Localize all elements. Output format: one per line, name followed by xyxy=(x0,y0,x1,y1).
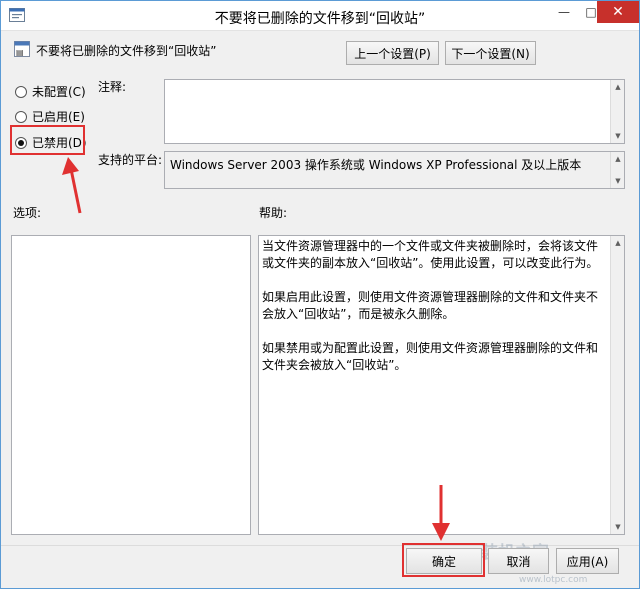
scroll-down-icon[interactable]: ▼ xyxy=(611,129,625,143)
radio-label: 未配置(C) xyxy=(32,85,86,99)
policy-dialog: 不要将已删除的文件移到“回收站” — □ ✕ ▤ 不要将已删除的文件移到“回收站… xyxy=(0,0,640,589)
previous-setting-button[interactable]: 上一个设置(P) xyxy=(346,41,439,65)
cancel-button[interactable]: 取消 xyxy=(488,548,549,574)
help-label: 帮助: xyxy=(259,206,288,220)
svg-text:▤: ▤ xyxy=(16,48,24,57)
help-text: 当文件资源管理器中的一个文件或文件夹被删除时，会将该文件或文件夹的副本放入“回收… xyxy=(259,236,624,395)
title-bar: 不要将已删除的文件移到“回收站” — □ ✕ xyxy=(1,1,639,31)
close-button[interactable]: ✕ xyxy=(597,1,639,23)
help-paragraph: 如果禁用或为配置此设置，则使用文件资源管理器删除的文件和文件夹会被放入“回收站”… xyxy=(262,341,599,372)
options-label: 选项: xyxy=(13,206,42,220)
radio-not-configured[interactable]: 未配置(C) xyxy=(15,83,86,100)
options-panel xyxy=(11,235,251,535)
scroll-down-icon[interactable]: ▼ xyxy=(611,520,625,534)
next-setting-button[interactable]: 下一个设置(N) xyxy=(445,41,536,65)
red-arrow-up-icon xyxy=(62,157,82,214)
scroll-up-icon[interactable]: ▲ xyxy=(611,152,625,166)
help-paragraph: 如果启用此设置，则使用文件资源管理器删除的文件和文件夹不会放入“回收站”，而是被… xyxy=(262,290,599,321)
setting-icon: ▤ xyxy=(14,41,30,57)
platform-label: 支持的平台: xyxy=(98,153,163,167)
minimize-button[interactable]: — xyxy=(549,1,579,23)
platform-scrollbar[interactable]: ▲ ▼ xyxy=(610,152,624,188)
platform-text: Windows Server 2003 操作系统或 Windows XP Pro… xyxy=(170,158,582,172)
scroll-down-icon[interactable]: ▼ xyxy=(611,174,625,188)
radio-circle[interactable] xyxy=(15,110,27,123)
comment-textarea[interactable]: ▲ ▼ xyxy=(164,79,625,144)
scroll-up-icon[interactable]: ▲ xyxy=(611,80,625,94)
watermark-url: www.lotpc.com xyxy=(519,575,588,585)
scroll-up-icon[interactable]: ▲ xyxy=(611,236,625,250)
radio-label: 已启用(E) xyxy=(32,110,85,124)
help-scrollbar[interactable]: ▲ ▼ xyxy=(610,236,624,534)
help-paragraph: 当文件资源管理器中的一个文件或文件夹被删除时，会将该文件或文件夹的副本放入“回收… xyxy=(262,239,599,270)
comment-scrollbar[interactable]: ▲ ▼ xyxy=(610,80,624,143)
highlight-box-ok xyxy=(402,543,485,577)
comment-label: 注释: xyxy=(98,80,127,94)
platform-field: Windows Server 2003 操作系统或 Windows XP Pro… xyxy=(164,151,625,189)
highlight-box-disabled xyxy=(10,125,85,155)
window-title: 不要将已删除的文件移到“回收站” xyxy=(214,11,426,27)
radio-circle[interactable] xyxy=(15,85,27,98)
apply-button[interactable]: 应用(A) xyxy=(556,548,619,574)
radio-enabled[interactable]: 已启用(E) xyxy=(15,108,85,125)
red-arrow-down-icon xyxy=(432,485,450,541)
policy-name: 不要将已删除的文件移到“回收站” xyxy=(36,44,217,58)
